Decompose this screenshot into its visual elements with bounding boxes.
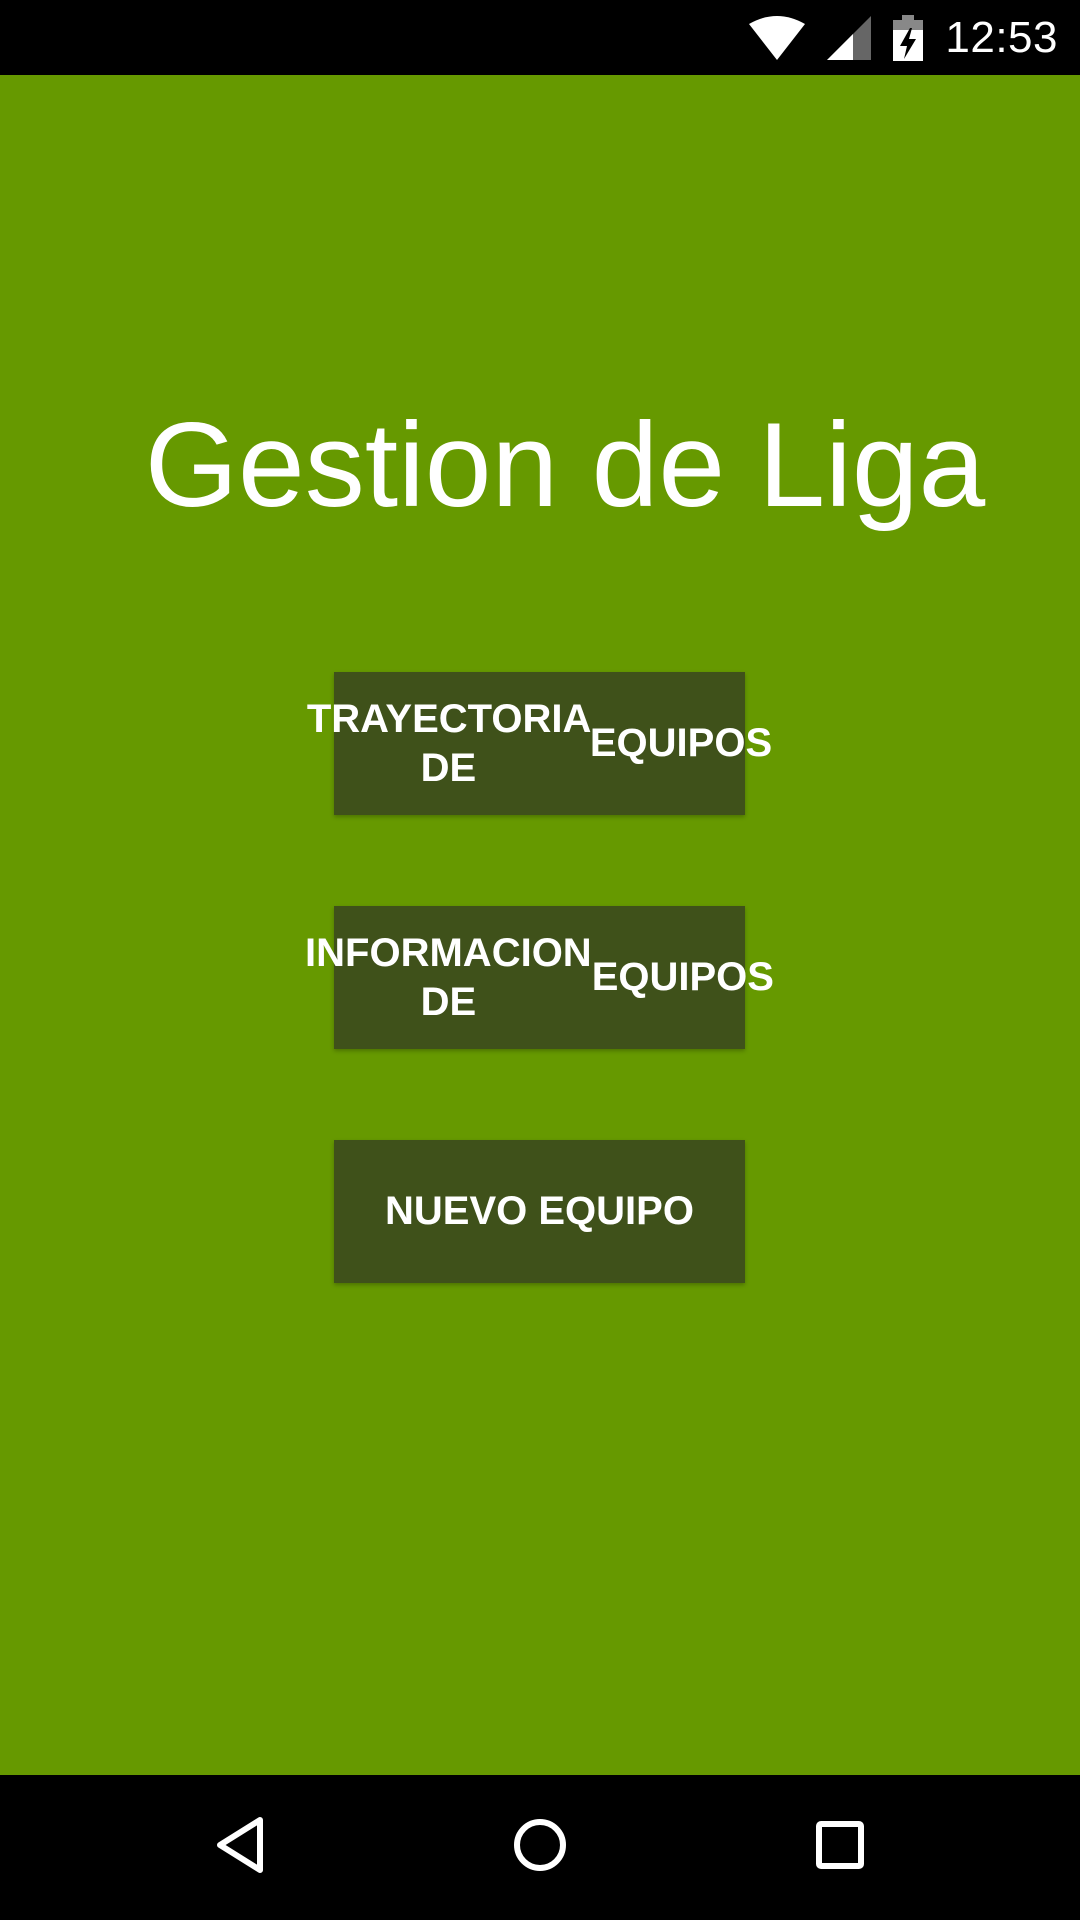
cell-signal-icon — [827, 15, 872, 60]
home-icon — [512, 1817, 568, 1878]
status-clock: 12:53 — [945, 12, 1058, 62]
back-button[interactable] — [150, 1775, 330, 1920]
informacion-de-equipos-button[interactable]: INFORMACION DE EQUIPOS — [305, 906, 774, 1049]
status-bar: 12:53 — [0, 0, 1080, 75]
back-icon — [212, 1815, 268, 1880]
trayectoria-de-equipos-button[interactable]: TRAYECTORIA DE EQUIPOS — [307, 672, 772, 815]
app-title: Gestion de Liga — [144, 398, 986, 532]
button-label-line1: INFORMACION DE — [305, 930, 592, 1024]
wifi-icon — [749, 15, 806, 60]
status-icons: 12:53 — [749, 0, 1058, 75]
button-label: NUEVO EQUIPO — [385, 1189, 694, 1233]
home-button[interactable] — [450, 1775, 630, 1920]
button-label-line2: EQUIPOS — [591, 955, 774, 999]
navigation-bar — [0, 1775, 1080, 1920]
screen: 12:53 Gestion de Liga TRAYECTORIA DE EQU… — [0, 0, 1080, 1920]
recents-button[interactable] — [750, 1775, 930, 1920]
button-label-line2: EQUIPOS — [589, 721, 773, 765]
recents-icon — [815, 1820, 865, 1875]
nuevo-equipo-button[interactable]: NUEVO EQUIPO — [334, 1140, 745, 1283]
button-label-line1: TRAYECTORIA DE — [306, 696, 592, 790]
main-content: Gestion de Liga TRAYECTORIA DE EQUIPOS I… — [0, 75, 1080, 1775]
battery-charging-icon — [893, 14, 924, 61]
